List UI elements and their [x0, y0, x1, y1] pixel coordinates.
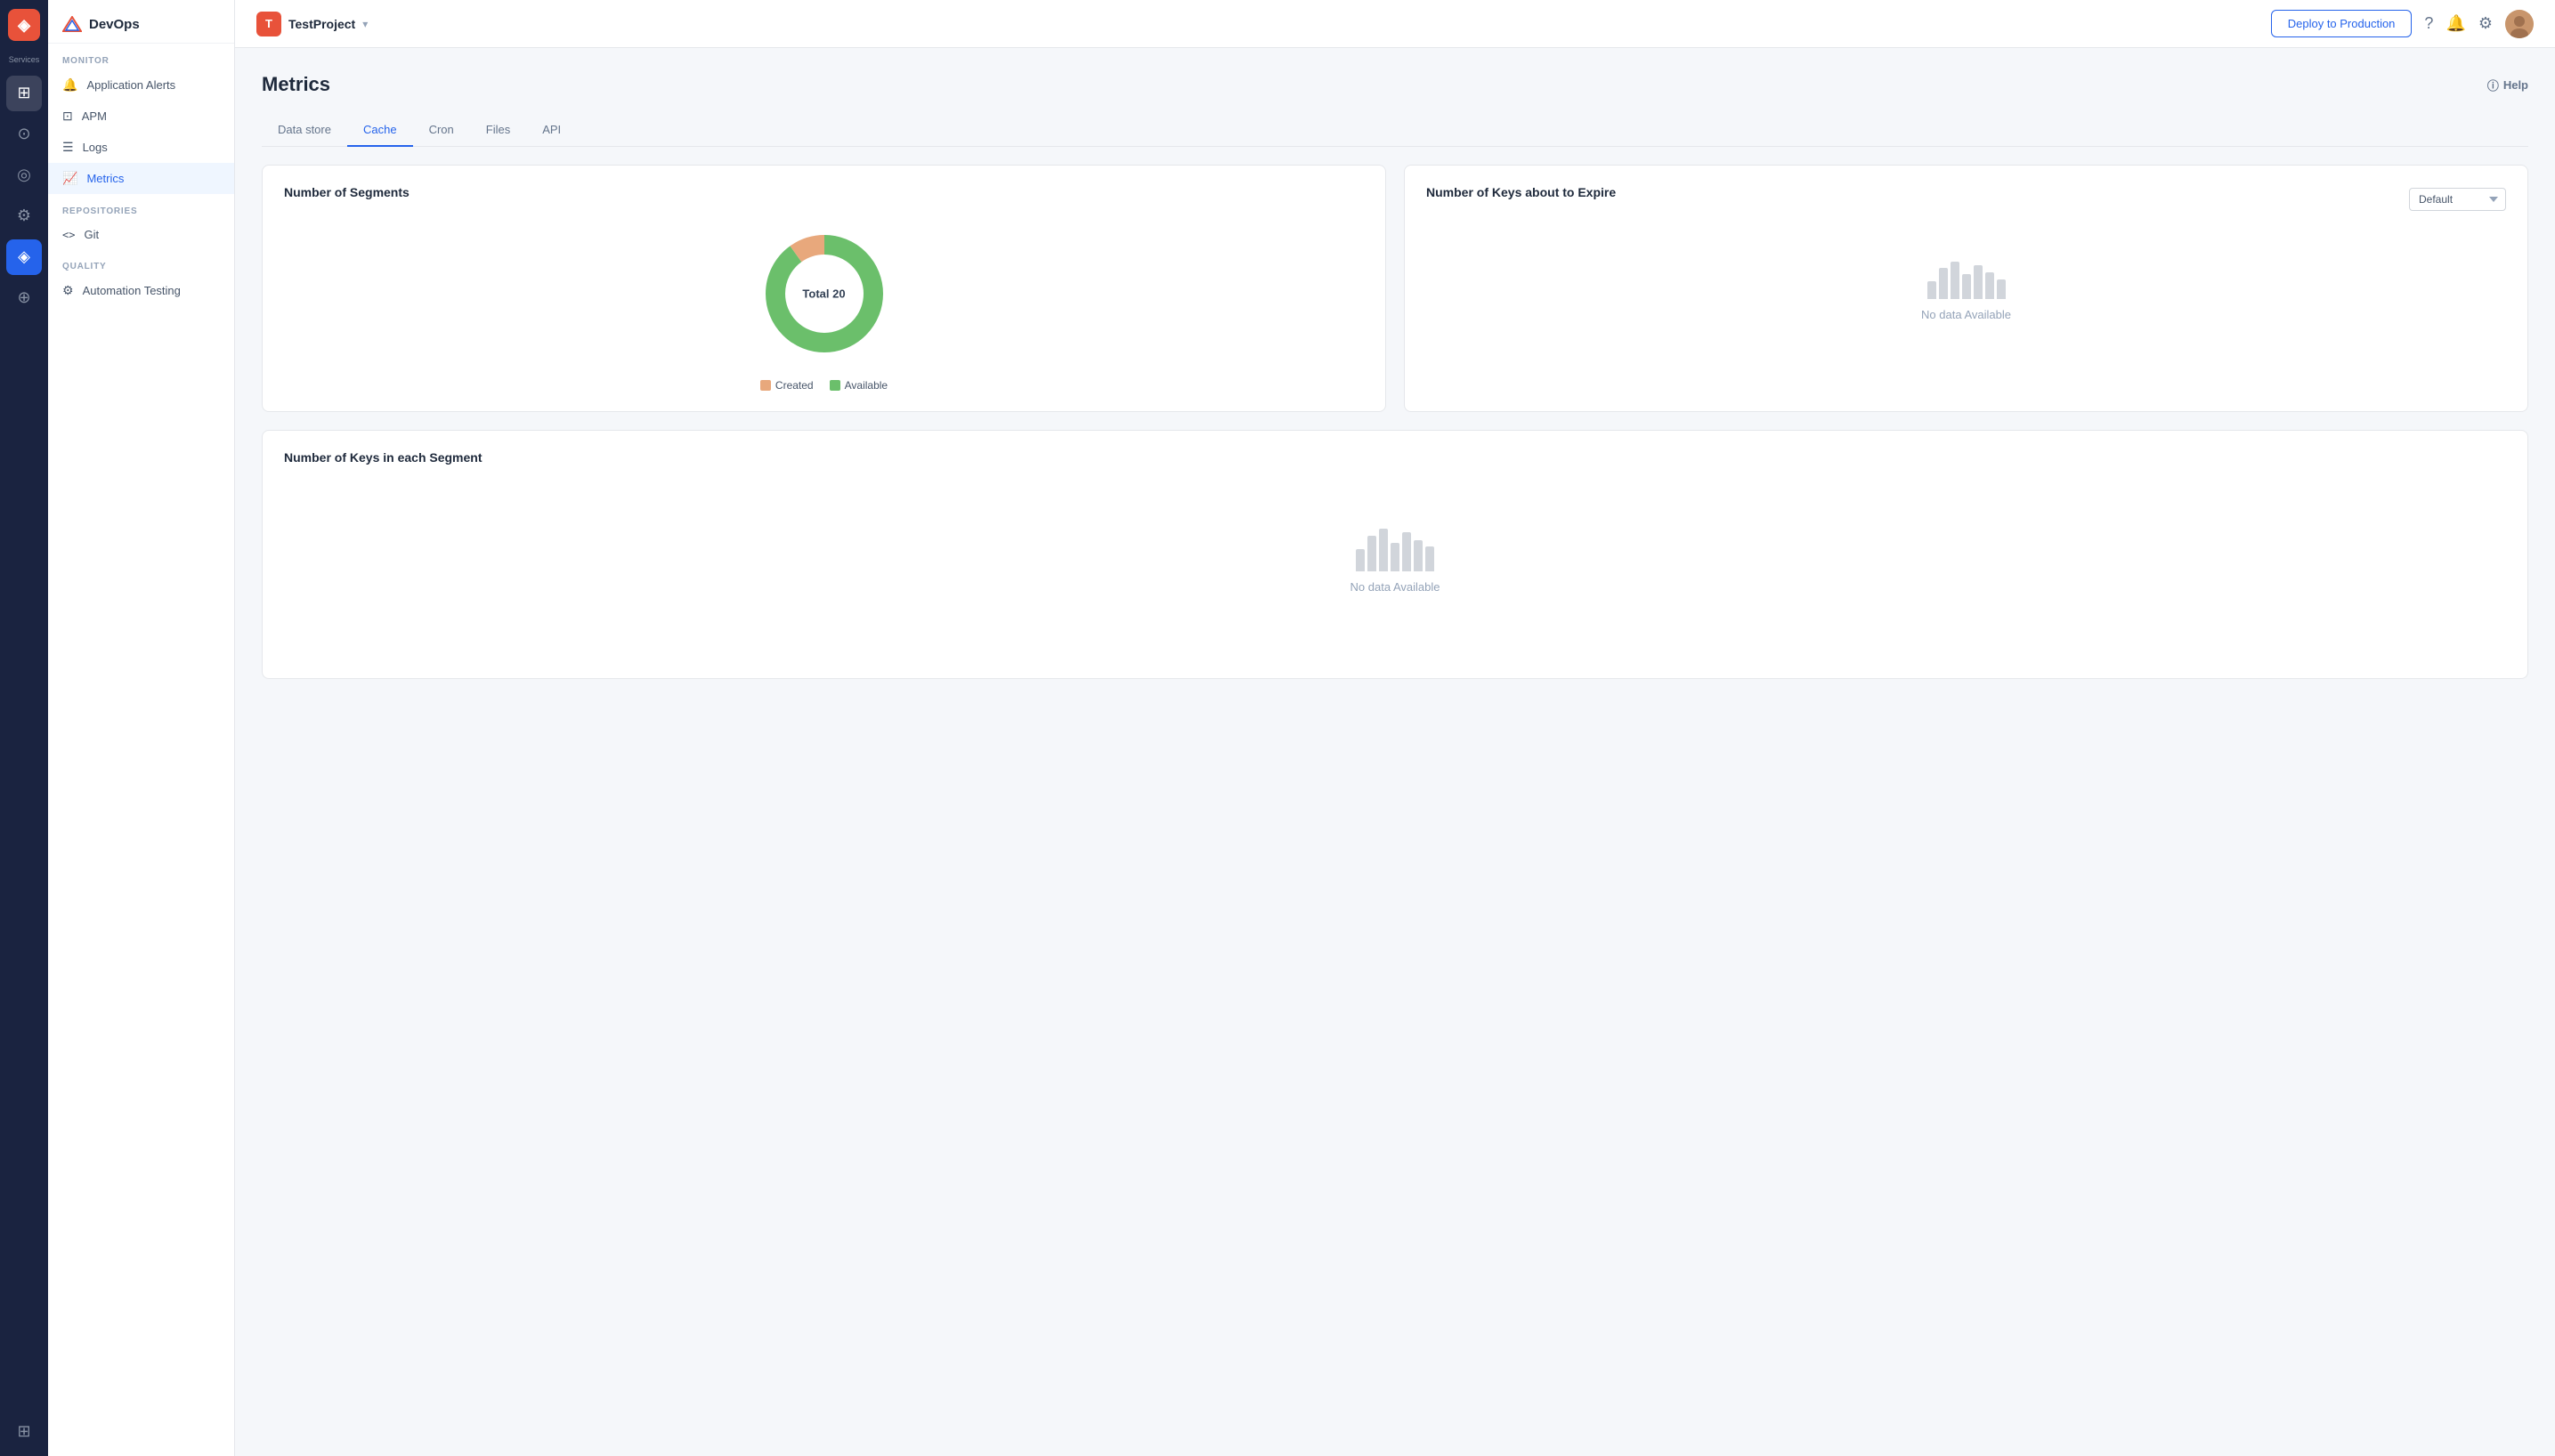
quality-section-label: QUALITY	[48, 249, 234, 275]
created-dot	[760, 380, 771, 391]
sidebar-item-application-alerts[interactable]: 🔔 Application Alerts	[48, 69, 234, 101]
git-icon: <>	[62, 229, 75, 241]
chevron-down-icon[interactable]: ▾	[362, 18, 368, 30]
rail-icon-plus[interactable]: ⊕	[6, 280, 42, 316]
donut-container: Total 20 Created Available	[284, 214, 1364, 392]
available-dot	[830, 380, 840, 391]
icon-rail: ◈ Services ⊞ ⊙ ◎ ⚙ ◈ ⊕ ⊞	[0, 0, 48, 1456]
bar-5	[1974, 265, 1983, 299]
donut-center-label: Total 20	[802, 287, 845, 301]
logs-icon: ☰	[62, 140, 74, 155]
automation-icon: ⚙	[62, 283, 74, 298]
created-label: Created	[775, 379, 814, 392]
bell-icon[interactable]: 🔔	[2446, 14, 2465, 33]
help-link[interactable]: ⓘ Help	[2487, 77, 2528, 93]
bar-7	[1425, 546, 1434, 571]
donut-chart: Total 20	[753, 222, 896, 365]
repositories-section-label: REPOSITORIES	[48, 194, 234, 220]
bar-7	[1997, 279, 2006, 299]
project-badge: T	[256, 12, 281, 36]
bar-4	[1962, 274, 1971, 299]
services-label: Services	[9, 55, 40, 65]
expire-card-header: Number of Keys about to Expire Default L…	[1426, 185, 2506, 214]
bar-1	[1356, 549, 1365, 571]
sidebar: DevOps MONITOR 🔔 Application Alerts ⊡ AP…	[48, 0, 235, 1456]
bar-5	[1402, 532, 1411, 571]
apm-icon: ⊡	[62, 109, 73, 124]
default-select[interactable]: Default Last 7 days Last 30 days	[2409, 188, 2506, 211]
bar-3	[1379, 529, 1388, 571]
sidebar-header: DevOps	[48, 0, 234, 44]
sidebar-title: DevOps	[89, 17, 140, 32]
topbar-right: Deploy to Production ? 🔔 ⚙	[2271, 10, 2534, 38]
keys-segment-no-data: No data Available	[284, 500, 2506, 611]
tab-cache[interactable]: Cache	[347, 114, 413, 147]
bar-4	[1391, 543, 1399, 571]
expire-no-data-text: No data Available	[1921, 308, 2011, 321]
sidebar-item-label: Git	[84, 228, 99, 241]
rail-icon-circle[interactable]: ⊙	[6, 117, 42, 152]
available-label: Available	[845, 379, 888, 392]
sidebar-item-label: Logs	[83, 141, 108, 154]
content-area: Metrics ⓘ Help Data store Cache Cron Fil…	[235, 48, 2555, 1456]
sidebar-item-metrics[interactable]: 📈 Metrics	[48, 163, 234, 194]
gear-icon[interactable]: ⚙	[2478, 14, 2493, 33]
tab-files[interactable]: Files	[470, 114, 526, 147]
help-circle-icon: ⓘ	[2487, 77, 2499, 93]
tabs: Data store Cache Cron Files API	[262, 114, 2528, 147]
devops-icon	[62, 16, 82, 32]
tab-api[interactable]: API	[526, 114, 577, 147]
chart-legend: Created Available	[760, 379, 888, 392]
sidebar-item-label: Metrics	[86, 172, 124, 185]
keys-segment-title: Number of Keys in each Segment	[284, 450, 2506, 465]
bar-3	[1951, 262, 1959, 299]
deploy-button[interactable]: Deploy to Production	[2271, 10, 2413, 37]
expire-card-title: Number of Keys about to Expire	[1426, 185, 1616, 199]
app-logo[interactable]: ◈	[8, 9, 40, 41]
bar-6	[1414, 540, 1423, 571]
topbar-left: T TestProject ▾	[256, 12, 368, 36]
sidebar-item-label: APM	[82, 109, 107, 123]
metrics-icon: 📈	[62, 171, 77, 186]
rail-icon-settings[interactable]: ⚙	[6, 198, 42, 234]
tab-cron[interactable]: Cron	[413, 114, 470, 147]
expire-card: Number of Keys about to Expire Default L…	[1404, 165, 2528, 412]
monitor-section-label: MONITOR	[48, 44, 234, 69]
topbar: T TestProject ▾ Deploy to Production ? 🔔…	[235, 0, 2555, 48]
rail-icon-devops[interactable]: ◈	[6, 239, 42, 275]
bell-icon: 🔔	[62, 77, 77, 93]
help-circle-icon[interactable]: ?	[2424, 14, 2433, 33]
tab-data-store[interactable]: Data store	[262, 114, 347, 147]
project-name: TestProject	[288, 17, 355, 31]
legend-available: Available	[830, 379, 888, 392]
segments-card: Number of Segments Total 20	[262, 165, 1386, 412]
sidebar-item-apm[interactable]: ⊡ APM	[48, 101, 234, 132]
keys-segment-no-data-text: No data Available	[1350, 580, 1440, 594]
rail-icon-grid[interactable]: ⊞	[6, 1413, 42, 1449]
rail-icon-monitor[interactable]: ◎	[6, 158, 42, 193]
sidebar-item-git[interactable]: <> Git	[48, 220, 234, 249]
page-title-row: Metrics ⓘ Help	[262, 73, 2528, 96]
page-title: Metrics	[262, 73, 330, 96]
avatar[interactable]	[2505, 10, 2534, 38]
bar-1	[1927, 281, 1936, 299]
expire-no-data: No data Available	[1426, 228, 2506, 339]
main-area: T TestProject ▾ Deploy to Production ? 🔔…	[235, 0, 2555, 1456]
sidebar-item-logs[interactable]: ☰ Logs	[48, 132, 234, 163]
bar-chart-icon	[1927, 255, 2006, 299]
cards-row: Number of Segments Total 20	[262, 165, 2528, 412]
sidebar-item-label: Automation Testing	[83, 284, 181, 297]
bar-6	[1985, 272, 1994, 299]
keys-segment-card: Number of Keys in each Segment No data A…	[262, 430, 2528, 679]
bar-2	[1939, 268, 1948, 299]
bar-2	[1367, 536, 1376, 571]
bar-chart-icon-2	[1356, 527, 1434, 571]
help-label: Help	[2503, 78, 2528, 92]
sidebar-item-automation-testing[interactable]: ⚙ Automation Testing	[48, 275, 234, 306]
sidebar-item-label: Application Alerts	[86, 78, 175, 92]
legend-created: Created	[760, 379, 814, 392]
rail-icon-dashboard[interactable]: ⊞	[6, 76, 42, 111]
segments-card-title: Number of Segments	[284, 185, 1364, 199]
